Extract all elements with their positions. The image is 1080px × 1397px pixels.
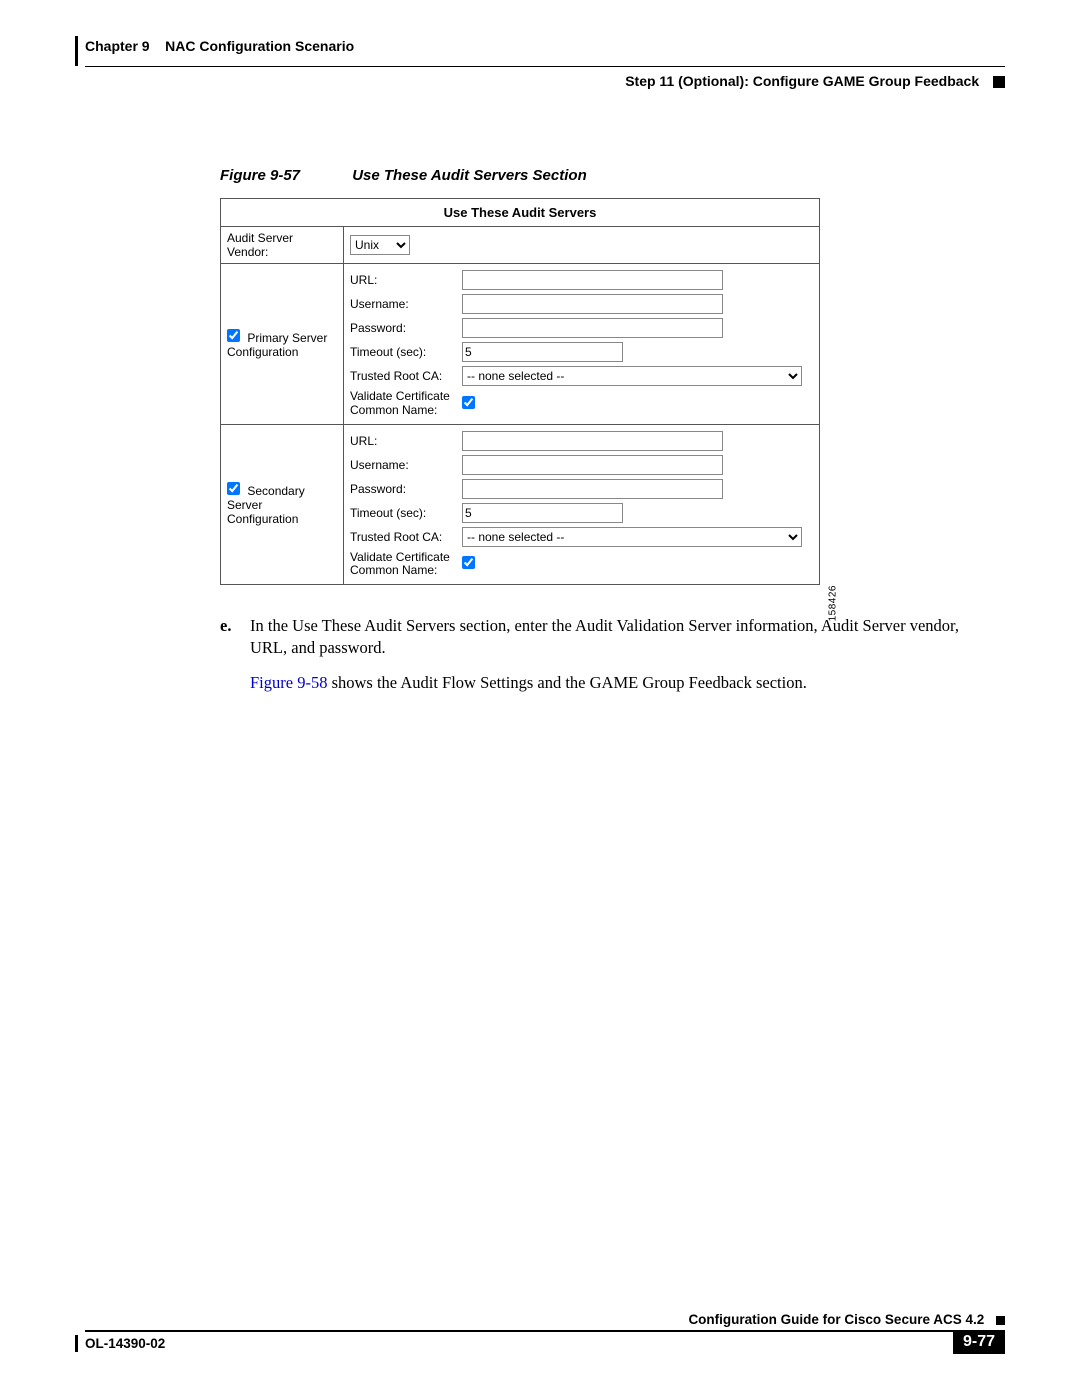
secondary-ca-label: Trusted Root CA: <box>350 530 462 544</box>
page-header-left: Chapter 9 NAC Configuration Scenario <box>85 38 1005 64</box>
secondary-ca-select[interactable]: -- none selected -- <box>462 527 802 547</box>
vendor-select[interactable]: Unix <box>350 235 410 255</box>
footer-rule <box>85 1330 1005 1332</box>
secondary-pass-input[interactable] <box>462 479 723 499</box>
secondary-validate-checkbox[interactable] <box>462 556 475 569</box>
item-e-text: In the Use These Audit Servers section, … <box>250 615 1000 660</box>
header-bar-icon <box>75 36 78 66</box>
primary-label: Primary Server Configuration <box>227 331 327 359</box>
secondary-checkbox[interactable] <box>227 482 240 495</box>
secondary-timeout-label: Timeout (sec): <box>350 506 462 520</box>
secondary-url-input[interactable] <box>462 431 723 451</box>
primary-checkbox[interactable] <box>227 329 240 342</box>
figure-id-label: 158426 <box>827 585 838 621</box>
secondary-timeout-input[interactable] <box>462 503 623 523</box>
figure-title: Use These Audit Servers Section <box>352 167 587 184</box>
footer-guide-title: Configuration Guide for Cisco Secure ACS… <box>688 1312 984 1327</box>
primary-validate-label: Validate Certificate Common Name: <box>350 390 462 418</box>
figure-panel: 158426 Use These Audit Servers Audit Ser… <box>220 198 820 585</box>
footer-docnum: OL-14390-02 <box>85 1336 165 1351</box>
figure-number: Figure 9-57 <box>220 167 300 184</box>
figure-ref-rest: shows the Audit Flow Settings and the GA… <box>327 673 806 692</box>
primary-ca-select[interactable]: -- none selected -- <box>462 366 802 386</box>
footer-square-icon <box>996 1316 1005 1325</box>
vendor-row: Audit Server Vendor: Unix <box>221 227 820 264</box>
secondary-user-input[interactable] <box>462 455 723 475</box>
secondary-toggle[interactable]: Secondary Server Configuration <box>227 484 305 526</box>
secondary-user-label: Username: <box>350 458 462 472</box>
list-marker-e: e. <box>220 615 236 694</box>
primary-pass-input[interactable] <box>462 318 723 338</box>
page-footer: Configuration Guide for Cisco Secure ACS… <box>85 1312 1005 1357</box>
secondary-url-label: URL: <box>350 434 462 448</box>
primary-url-input[interactable] <box>462 270 723 290</box>
vendor-label: Audit Server Vendor: <box>221 227 344 264</box>
body-text: e. In the Use These Audit Servers sectio… <box>220 615 1000 694</box>
header-rule <box>85 66 1005 67</box>
primary-timeout-label: Timeout (sec): <box>350 345 462 359</box>
primary-validate-checkbox[interactable] <box>462 396 475 409</box>
header-square-icon <box>993 76 1005 88</box>
figure-caption: Figure 9-57 Use These Audit Servers Sect… <box>220 167 1005 184</box>
primary-timeout-input[interactable] <box>462 342 623 362</box>
primary-row: Primary Server Configuration URL: Userna… <box>221 264 820 425</box>
audit-servers-table: Use These Audit Servers Audit Server Ven… <box>220 198 820 585</box>
panel-title: Use These Audit Servers <box>221 199 820 227</box>
primary-user-input[interactable] <box>462 294 723 314</box>
secondary-row: Secondary Server Configuration URL: User… <box>221 424 820 585</box>
primary-user-label: Username: <box>350 297 462 311</box>
primary-toggle[interactable]: Primary Server Configuration <box>227 331 327 359</box>
secondary-validate-label: Validate Certificate Common Name: <box>350 551 462 579</box>
page-number: 9-77 <box>953 1330 1005 1354</box>
primary-ca-label: Trusted Root CA: <box>350 369 462 383</box>
footer-bar-icon <box>75 1335 78 1352</box>
figure-ref-link[interactable]: Figure 9-58 <box>250 673 327 692</box>
secondary-pass-label: Password: <box>350 482 462 496</box>
page-header-right: Step 11 (Optional): Configure GAME Group… <box>85 73 1005 89</box>
section-title: Step 11 (Optional): Configure GAME Group… <box>625 73 979 89</box>
chapter-title: Chapter 9 NAC Configuration Scenario <box>85 38 354 54</box>
primary-url-label: URL: <box>350 273 462 287</box>
primary-pass-label: Password: <box>350 321 462 335</box>
